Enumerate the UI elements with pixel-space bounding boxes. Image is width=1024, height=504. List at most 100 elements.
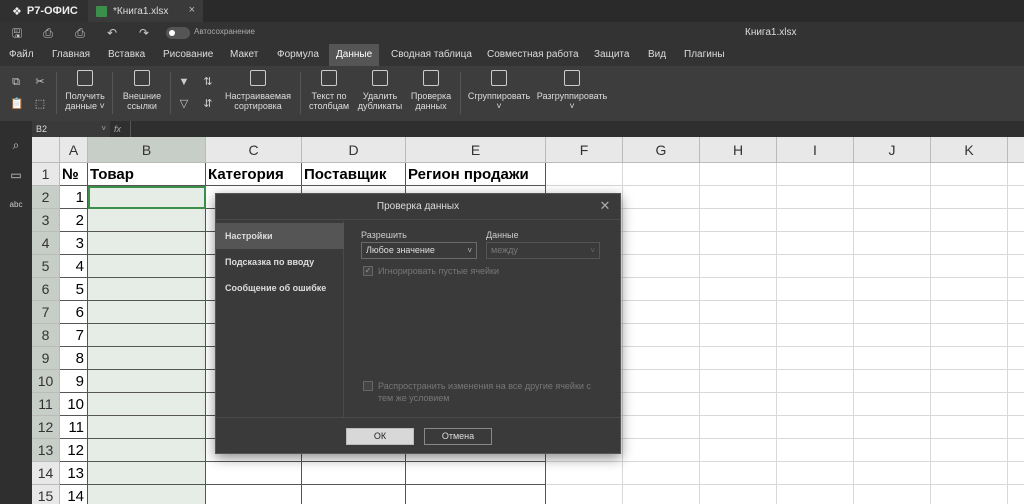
column-header-e[interactable]: E <box>406 137 546 163</box>
column-header-h[interactable]: H <box>700 137 777 163</box>
cell[interactable] <box>1008 485 1024 504</box>
sort-desc-icon[interactable]: ⇵ <box>202 98 214 110</box>
cell[interactable] <box>623 301 700 324</box>
cell[interactable] <box>1008 255 1024 278</box>
get-data-button[interactable]: Получить данные ˅ <box>62 70 108 111</box>
column-header-i[interactable]: I <box>777 137 854 163</box>
cell[interactable] <box>854 347 931 370</box>
row-header[interactable]: 10 <box>32 370 60 393</box>
cell[interactable] <box>931 462 1008 485</box>
row-header[interactable]: 12 <box>32 416 60 439</box>
filter-icon[interactable]: ▼ <box>178 76 190 88</box>
row-header[interactable]: 6 <box>32 278 60 301</box>
fx-icon[interactable]: fx <box>114 121 128 137</box>
allow-select[interactable]: Любое значение ˅ <box>361 242 477 259</box>
cell[interactable]: 1 <box>60 186 88 209</box>
cell[interactable] <box>931 416 1008 439</box>
cell[interactable] <box>206 462 302 485</box>
cell[interactable] <box>88 278 206 301</box>
cell[interactable] <box>854 370 931 393</box>
cell[interactable]: 11 <box>60 416 88 439</box>
cell[interactable] <box>777 439 854 462</box>
cell[interactable]: Товар <box>88 163 206 186</box>
cell[interactable] <box>777 301 854 324</box>
cell[interactable] <box>931 324 1008 347</box>
close-icon[interactable]: ✕ <box>598 199 612 213</box>
group-button[interactable]: Сгруппировать ˅ <box>466 70 532 111</box>
cell[interactable] <box>777 462 854 485</box>
autosave-toggle[interactable] <box>166 27 190 39</box>
cell[interactable] <box>1008 163 1024 186</box>
tab-plugins[interactable]: Плагины <box>677 44 732 66</box>
cell[interactable] <box>854 278 931 301</box>
formula-input[interactable] <box>130 121 1024 137</box>
cancel-button[interactable]: Отмена <box>424 428 492 445</box>
remove-duplicates-button[interactable]: Удалить дубликаты <box>356 70 404 111</box>
cell[interactable] <box>931 186 1008 209</box>
column-header-c[interactable]: C <box>206 137 302 163</box>
row-header[interactable]: 13 <box>32 439 60 462</box>
cell[interactable] <box>931 163 1008 186</box>
name-box[interactable]: B2 ˅ <box>32 121 110 137</box>
chevron-down-icon[interactable]: ˅ <box>101 121 106 137</box>
cell[interactable] <box>88 393 206 416</box>
cell[interactable] <box>854 301 931 324</box>
cell[interactable] <box>88 301 206 324</box>
cell[interactable]: 6 <box>60 301 88 324</box>
cell[interactable] <box>700 370 777 393</box>
cell[interactable] <box>931 485 1008 504</box>
cell[interactable]: 4 <box>60 255 88 278</box>
cell[interactable] <box>623 393 700 416</box>
cell[interactable] <box>777 163 854 186</box>
cell[interactable] <box>302 462 406 485</box>
cell[interactable]: 2 <box>60 209 88 232</box>
row-header[interactable]: 5 <box>32 255 60 278</box>
cell[interactable] <box>854 209 931 232</box>
cell[interactable] <box>854 485 931 504</box>
comment-icon[interactable]: ▭ <box>9 168 23 182</box>
tab-file[interactable]: Файл <box>2 44 41 66</box>
column-header-k[interactable]: K <box>931 137 1008 163</box>
cell[interactable] <box>777 347 854 370</box>
cell[interactable] <box>700 347 777 370</box>
cell[interactable] <box>700 255 777 278</box>
row-header[interactable]: 14 <box>32 462 60 485</box>
cell[interactable] <box>777 416 854 439</box>
cell[interactable] <box>854 255 931 278</box>
cell[interactable]: 13 <box>60 462 88 485</box>
cell[interactable]: Регион продажи <box>406 163 546 186</box>
cell[interactable] <box>700 232 777 255</box>
cell[interactable]: 8 <box>60 347 88 370</box>
tab-formula[interactable]: Формула <box>270 44 326 66</box>
cell[interactable] <box>546 163 623 186</box>
cell[interactable]: 7 <box>60 324 88 347</box>
cell[interactable] <box>931 393 1008 416</box>
quick-print-icon[interactable]: ⎙ <box>73 26 87 40</box>
search-icon[interactable]: ⌕ <box>9 138 23 152</box>
cell[interactable] <box>1008 393 1024 416</box>
cell[interactable] <box>623 163 700 186</box>
cell[interactable] <box>854 232 931 255</box>
cell[interactable] <box>1008 462 1024 485</box>
save-icon[interactable]: 🖫 <box>10 26 24 40</box>
cell[interactable] <box>623 209 700 232</box>
tab-insert[interactable]: Вставка <box>101 44 152 66</box>
cell[interactable] <box>777 278 854 301</box>
cut-icon[interactable]: ✂ <box>34 76 46 88</box>
cell[interactable] <box>206 485 302 504</box>
tab-data[interactable]: Данные <box>329 44 380 66</box>
cell[interactable] <box>700 416 777 439</box>
data-validation-button[interactable]: Проверка данных <box>408 70 454 111</box>
cell[interactable] <box>88 347 206 370</box>
tab-protect[interactable]: Защита <box>587 44 636 66</box>
close-tab-icon[interactable]: × <box>189 4 195 16</box>
cell[interactable] <box>546 462 623 485</box>
clear-filter-icon[interactable]: ▽ <box>178 98 190 110</box>
cell[interactable] <box>700 462 777 485</box>
tab-view[interactable]: Вид <box>641 44 673 66</box>
cell[interactable] <box>623 439 700 462</box>
cell[interactable] <box>854 324 931 347</box>
cell[interactable] <box>854 416 931 439</box>
cell[interactable] <box>88 462 206 485</box>
cell[interactable] <box>931 301 1008 324</box>
